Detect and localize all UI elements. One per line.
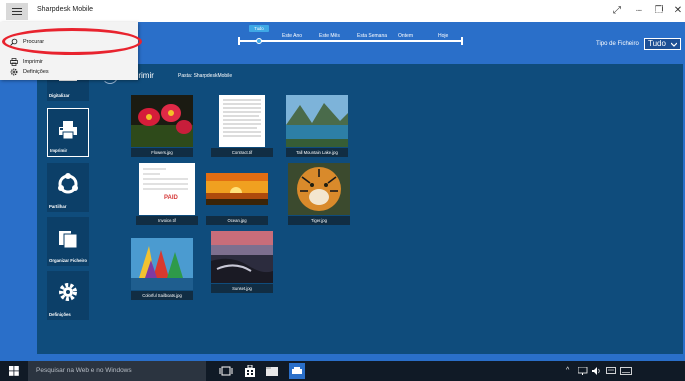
timeline-label-este-mes[interactable]: Este Mês: [319, 33, 340, 39]
timeline-label-este-ano[interactable]: Este Ano: [282, 33, 302, 39]
sidebar-item-label: Digitalizar: [49, 93, 70, 98]
file-type-value: Tudo: [648, 39, 666, 48]
menu-item-label: Definições: [23, 69, 49, 75]
timeline-label-ontem[interactable]: Ontem: [398, 33, 413, 39]
active-indicator-arrow: [92, 126, 98, 136]
menu-item-definicoes[interactable]: Definições: [0, 67, 138, 77]
timeline-label-esta-semana[interactable]: Esta Semana: [357, 33, 387, 39]
file-thumbnail-tiger[interactable]: Tiger.jpg: [288, 163, 350, 225]
title-bar: Sharpdesk Mobile ⤢ – ❐ ✕: [0, 0, 685, 22]
printer-icon: [10, 58, 18, 66]
file-name: Tiger.jpg: [288, 216, 350, 225]
task-view-icon[interactable]: [219, 365, 233, 377]
file-explorer-icon[interactable]: [265, 365, 279, 377]
file-thumbnail-sunset[interactable]: Sunset.jpg: [211, 231, 273, 293]
sidebar-item-label: Imprimir: [50, 148, 68, 153]
files-icon: [59, 231, 78, 249]
sunset-image: [211, 231, 273, 283]
sidebar-item-label: Partilhar: [49, 204, 67, 209]
gear-icon: [59, 283, 77, 301]
volume-icon[interactable]: [592, 367, 602, 375]
sidebar-item-organizar-ficheiro[interactable]: Organizar Ficheiro: [47, 217, 89, 266]
sidebar-item-definicoes[interactable]: Definições: [47, 271, 89, 320]
file-thumbnail-tall-mountain-lake[interactable]: Tall Mountain Lake.jpg: [286, 95, 348, 157]
file-name: Flowers.jpg: [131, 148, 193, 157]
timeline-tick: [238, 37, 240, 45]
file-thumbnail-flowers[interactable]: Flowers.jpg: [131, 95, 193, 157]
share-icon: [58, 173, 78, 194]
folder-path: Pasta: SharpdeskMobile: [178, 73, 233, 79]
file-name: Tall Mountain Lake.jpg: [286, 148, 348, 157]
clock-time[interactable]: 17:35: [660, 3, 673, 9]
timeline-label-hoje[interactable]: Hoje: [438, 33, 448, 39]
date-timeline-track[interactable]: [238, 40, 462, 42]
file-thumbnail-invoice[interactable]: PAID Invoice.tif: [136, 163, 198, 225]
sidebar-item-imprimir[interactable]: Imprimir: [47, 108, 89, 157]
windows-start-icon[interactable]: [0, 361, 28, 381]
app-window: Sharpdesk Mobile ⤢ – ❐ ✕ Tudo Este Ano E…: [0, 0, 685, 381]
chevron-down-icon: [671, 42, 677, 47]
file-thumbnail-colorful-sailboats[interactable]: Colorful Sailboats.jpg: [131, 238, 193, 300]
file-thumbnail-contract[interactable]: Contract.tif: [211, 95, 273, 157]
keyboard-icon[interactable]: [620, 367, 632, 375]
flowers-image: [131, 95, 193, 147]
file-name: Ocean.jpg: [206, 216, 268, 225]
mountain-lake-image: [286, 95, 348, 147]
tray-chevron-up-icon[interactable]: ^: [566, 367, 569, 374]
menu-item-label: Imprimir: [23, 59, 43, 65]
file-name: Colorful Sailboats.jpg: [131, 291, 193, 300]
taskbar-search-box[interactable]: Pesquisar na Web e no Windows: [28, 361, 206, 381]
timeline-tick: [461, 37, 463, 45]
sidebar-item-partilhar[interactable]: Partilhar: [47, 163, 89, 212]
file-type-dropdown[interactable]: Tudo: [644, 38, 681, 50]
file-name: Sunset.jpg: [211, 284, 273, 293]
fullscreen-icon[interactable]: ⤢: [610, 4, 624, 18]
file-name: Contract.tif: [211, 148, 273, 157]
sailboats-image: [131, 238, 193, 290]
store-icon[interactable]: [243, 365, 257, 377]
ocean-image: [206, 173, 268, 205]
network-icon[interactable]: [578, 367, 588, 375]
timeline-selected-label: Tudo: [249, 25, 269, 32]
hamburger-menu-icon[interactable]: [6, 3, 28, 20]
document-image: [219, 95, 265, 147]
language-indicator[interactable]: ENG: [637, 7, 648, 13]
sharpdesk-taskbar-icon[interactable]: [289, 363, 305, 379]
invoice-image: PAID: [139, 163, 195, 215]
menu-item-imprimir[interactable]: Imprimir: [0, 57, 138, 67]
file-thumbnail-ocean[interactable]: Ocean.jpg: [206, 163, 268, 225]
clock-date[interactable]: 20/11/2015: [654, 11, 679, 17]
taskbar: Pesquisar na Web e no Windows ^: [0, 361, 685, 381]
gear-icon: [10, 68, 18, 76]
svg-text:PAID: PAID: [164, 195, 179, 201]
printer-icon: [59, 121, 77, 140]
sidebar-item-label: Organizar Ficheiro: [49, 258, 87, 263]
timeline-slider-handle[interactable]: [256, 38, 262, 44]
file-name: Invoice.tif: [136, 216, 198, 225]
taskbar-search-placeholder: Pesquisar na Web e no Windows: [36, 367, 132, 374]
app-title: Sharpdesk Mobile: [37, 6, 94, 13]
notifications-icon[interactable]: [606, 367, 616, 375]
sidebar-item-label: Definições: [49, 312, 71, 317]
file-type-label: Tipo de Ficheiro: [596, 41, 639, 47]
highlight-annotation-ellipse: [2, 28, 142, 55]
tiger-image: [288, 163, 350, 215]
